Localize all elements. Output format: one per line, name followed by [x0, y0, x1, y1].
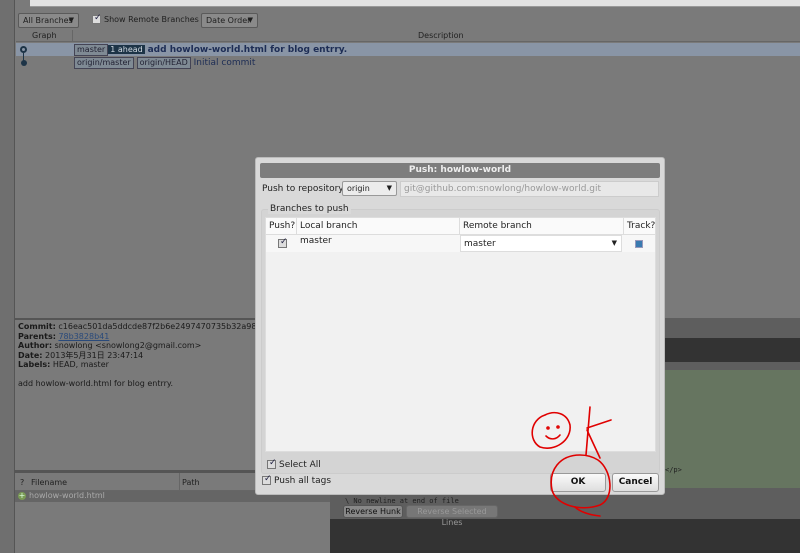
- push-checkbox[interactable]: [278, 237, 288, 248]
- ok-button[interactable]: OK: [550, 473, 606, 492]
- branch-row: master master▼: [266, 235, 655, 252]
- track-checkbox[interactable]: [635, 240, 643, 248]
- top-bar: [30, 0, 800, 7]
- show-remote-checkbox[interactable]: Show Remote Branches: [92, 13, 199, 24]
- dialog-title: Push: howlow-world: [260, 163, 660, 178]
- branches-table: Push? Local branch Remote branch Track? …: [265, 217, 656, 452]
- graph-node-icon: [20, 46, 27, 53]
- parent-link[interactable]: 78b3828b41: [58, 332, 109, 341]
- branches-group: Branches to push Push? Local branch Remo…: [261, 204, 660, 474]
- repository-url-field[interactable]: git@github.com:snowlong/howlow-world.git: [400, 181, 659, 197]
- col-filename[interactable]: Filename: [31, 478, 67, 487]
- commit-message: add howlow-world.html for blog entrry.: [147, 45, 348, 55]
- diff-bottom: [330, 519, 800, 553]
- branch-tag: master: [74, 44, 109, 56]
- col-description[interactable]: Description: [418, 31, 464, 40]
- commit-message: Initial commit: [193, 58, 256, 68]
- diff-nonewline-line: \ No newline at end of file: [345, 497, 459, 505]
- col-path[interactable]: Path: [182, 478, 200, 487]
- commit-details: Commit: c16eac501da5ddcde87f2b6e24974707…: [15, 318, 255, 470]
- push-all-tags-checkbox[interactable]: Push all tags: [262, 474, 331, 486]
- push-dialog: Push: howlow-world Push to repository: o…: [255, 157, 665, 495]
- commit-row[interactable]: master 1 ahead add howlow-world.html for …: [16, 43, 800, 56]
- remote-tag: origin/master: [74, 57, 134, 69]
- ahead-badge: 1 ahead: [108, 45, 145, 54]
- added-icon: +: [18, 491, 26, 500]
- repository-dropdown[interactable]: origin ▼: [342, 181, 397, 196]
- order-dropdown[interactable]: Date Order ▼: [201, 13, 258, 28]
- commit-row[interactable]: origin/master origin/HEAD Initial commit: [16, 53, 800, 69]
- remote-branch-dropdown[interactable]: master ▼: [460, 235, 622, 252]
- left-gutter: [0, 0, 15, 553]
- cancel-button[interactable]: Cancel: [612, 473, 659, 492]
- select-all-checkbox[interactable]: Select All: [267, 458, 321, 470]
- col-graph[interactable]: Graph: [32, 31, 57, 40]
- branches-dropdown[interactable]: All Branches ▼: [18, 13, 79, 28]
- history-header: Graph Description: [16, 30, 800, 42]
- reverse-hunk-button[interactable]: Reverse Hunk: [343, 505, 403, 518]
- reverse-lines-button[interactable]: Reverse Selected Lines: [406, 505, 498, 527]
- graph-node-icon: [21, 60, 27, 66]
- checkbox-icon: [92, 13, 102, 24]
- remote-tag: origin/HEAD: [136, 57, 191, 69]
